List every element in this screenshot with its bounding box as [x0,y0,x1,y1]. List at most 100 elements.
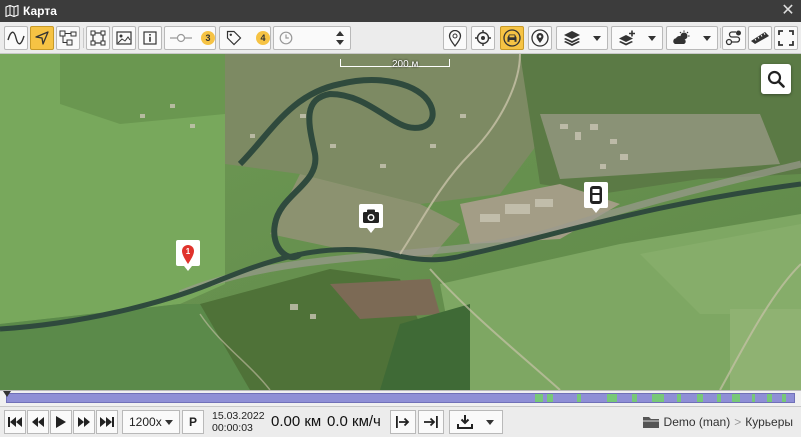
select-area-icon [90,30,106,46]
tag-icon [226,30,242,46]
set-end-button[interactable] [418,410,444,434]
location-pin-icon [531,29,549,47]
map-pin-icon [448,29,462,47]
distance-readout: 0.00 км [271,413,322,430]
chevron-down-icon [648,35,656,41]
tag-count-badge: 4 [256,31,270,45]
playback-speed-select[interactable]: 1200x [122,410,180,434]
ruler-icon [751,32,769,44]
add-layer-dropdown[interactable] [611,26,663,50]
timeline-segment [697,394,703,402]
search-icon [767,70,785,88]
rewind-icon [32,417,44,427]
download-icon [457,415,473,429]
vehicle-button[interactable] [500,26,524,50]
route-nodes-button[interactable] [56,26,80,50]
map-toolbar: 3 4 [0,22,801,54]
geofence-line-icon [170,33,192,43]
add-layer-icon [619,30,635,46]
location-button[interactable] [528,26,552,50]
arrow-to-end-icon [424,416,438,428]
export-dropdown[interactable] [449,410,503,434]
target-icon [475,30,491,46]
tag-button[interactable]: 4 [219,26,271,50]
weather-icon [673,30,690,44]
select-area-button[interactable] [86,26,110,50]
ruler-button[interactable] [748,26,772,50]
set-start-button[interactable] [390,410,416,434]
navigation-button[interactable] [30,26,54,50]
image-icon [116,31,132,45]
track-curve-icon [7,31,25,45]
map-icon [5,5,19,17]
timeline-segment [677,394,681,402]
timeline-segment [632,394,637,402]
toolbar-separator [720,28,721,48]
info-button[interactable] [138,26,162,50]
timeline[interactable] [0,390,801,406]
marker-number: 1 [186,247,191,256]
breadcrumb-separator: > [734,415,742,429]
timeline-segment [782,394,786,402]
skip-start-icon [8,417,22,427]
window-title: Карта [23,4,57,18]
fast-forward-icon [78,417,90,427]
chevron-down-icon [165,420,173,425]
layers-icon [564,31,580,46]
close-button[interactable]: ✕ [779,1,797,21]
image-button[interactable] [112,26,136,50]
chevron-down-icon [486,420,494,425]
weather-dropdown[interactable] [666,26,718,50]
timeline-segment [717,394,721,402]
folder-icon [642,416,659,428]
playback-bar: 1200x P 15.03.2022 00:00:03 0.00 км 0.0 … [0,406,801,437]
geofence-button[interactable]: 3 [164,26,216,50]
map-search-button[interactable] [761,64,791,94]
toolbar-separator [83,28,84,48]
breadcrumb-folder[interactable]: Demo (man) [664,415,731,429]
target-button[interactable] [471,26,495,50]
route-button[interactable] [722,26,746,50]
map-view[interactable]: 200 м 1 [0,54,801,390]
spinner-icon[interactable] [335,29,345,47]
parking-button[interactable]: P [182,410,204,434]
chevron-down-icon [703,35,711,41]
play-button[interactable] [50,410,72,434]
breadcrumb: Demo (man) > Курьеры [642,415,793,429]
playback-speed-value: 1200x [129,415,162,429]
layers-dropdown[interactable] [556,26,608,50]
skip-to-start-button[interactable] [4,410,26,434]
map-marker-camera[interactable] [359,204,383,237]
vehicle-icon [503,29,521,47]
current-time: 00:00:03 [212,422,253,434]
timeline-track[interactable] [6,393,795,403]
map-pin-button[interactable] [443,26,467,50]
clock-icon [279,31,293,45]
current-date: 15.03.2022 [212,410,265,422]
satellite-map[interactable] [0,54,801,390]
info-icon [143,31,157,45]
speed-readout: 0.0 км/ч [327,413,381,430]
timeline-start-marker-icon[interactable] [3,391,11,397]
timeline-segment [752,394,755,402]
chevron-down-icon [593,35,601,41]
timeline-segment [767,394,772,402]
arrow-to-right-icon [396,416,410,428]
map-marker-pin[interactable]: 1 [176,240,200,275]
fullscreen-button[interactable] [774,26,798,50]
timeline-segment [652,394,664,402]
timeline-segment [732,394,740,402]
skip-to-end-button[interactable] [96,410,118,434]
breadcrumb-current[interactable]: Курьеры [745,415,793,429]
fullscreen-icon [778,30,794,46]
skip-end-icon [100,417,114,427]
map-marker-fuel[interactable] [584,182,608,217]
timeline-segment [535,394,543,402]
track-curve-button[interactable] [4,26,28,50]
time-field[interactable] [273,26,351,50]
rewind-button[interactable] [27,410,49,434]
timeline-segment [577,394,581,402]
play-icon [56,416,66,428]
timeline-segment [607,394,617,402]
fast-forward-button[interactable] [73,410,95,434]
